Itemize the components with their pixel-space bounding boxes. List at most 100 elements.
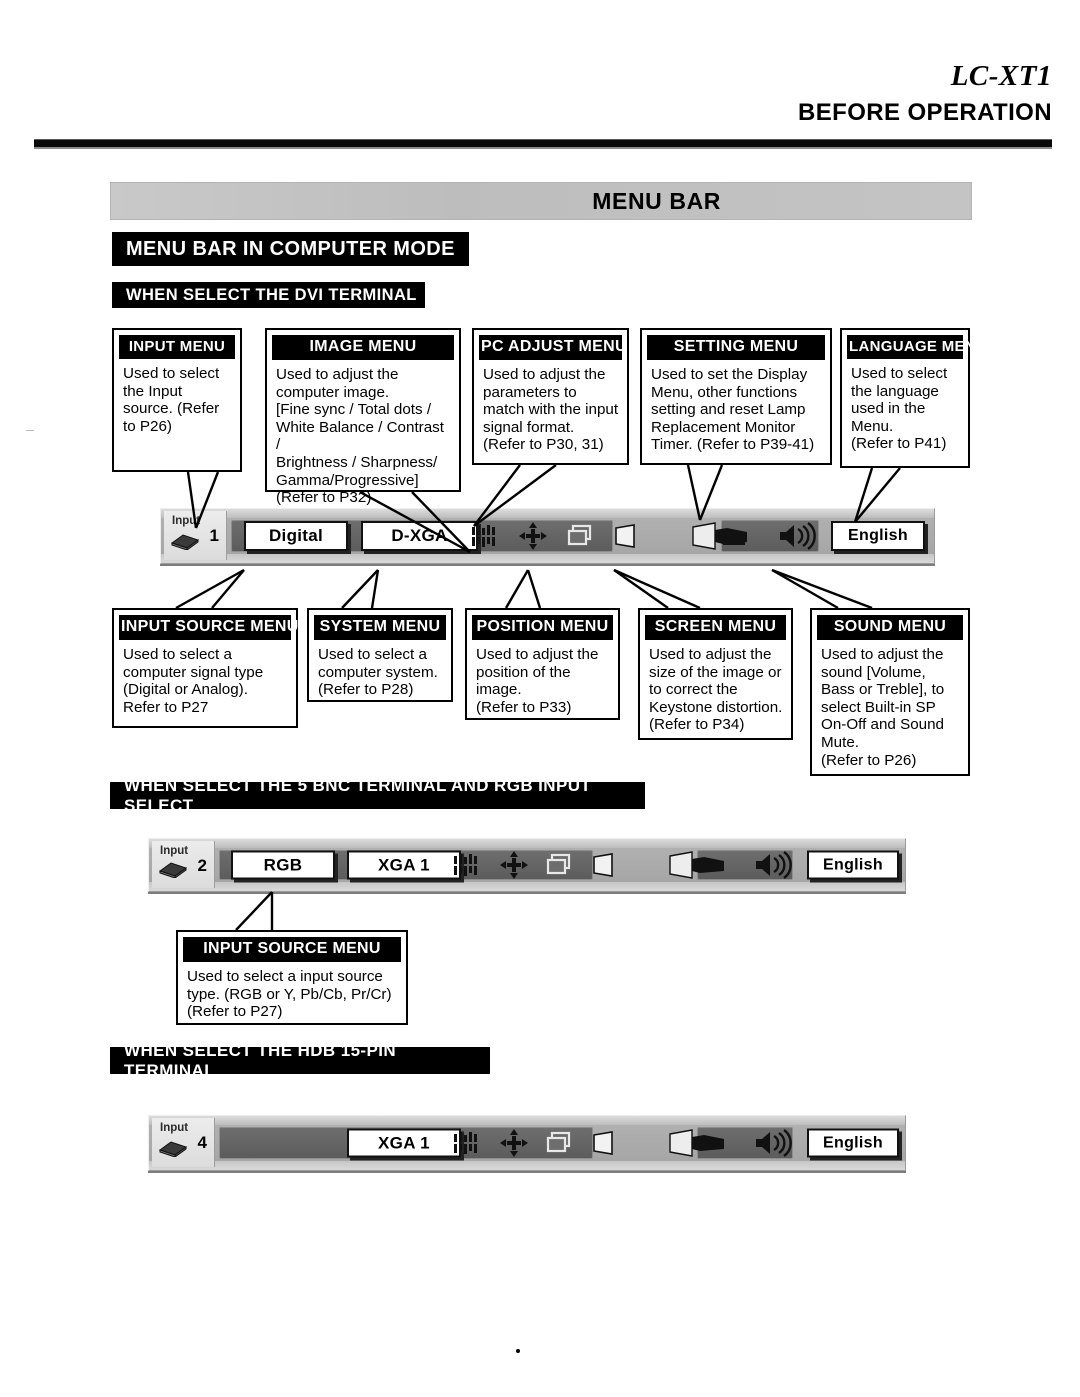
sound-icon[interactable] — [773, 520, 827, 552]
section-title: MENU BAR — [592, 188, 721, 214]
system-selector-bnc[interactable]: XGA 1 — [347, 850, 461, 880]
callout-input-menu: INPUT MENU Used to select the Input sour… — [112, 328, 242, 472]
chapter-title: BEFORE OPERATION — [798, 99, 1052, 126]
language-selector-bnc[interactable]: English — [807, 850, 899, 880]
callout-sound-menu-title: SOUND MENU — [817, 615, 963, 640]
callout-language-menu-title: LANGUAGE MENU — [847, 335, 987, 359]
callout-position-menu: POSITION MENU Used to adjust the positio… — [465, 608, 620, 720]
screen-icon[interactable] — [562, 521, 598, 551]
input-tab-number: 2 — [197, 856, 207, 875]
callout-input-source-menu-body: Used to select a computer signal type (D… — [123, 646, 264, 716]
lamp-projector-icon[interactable] — [663, 1127, 733, 1159]
input-tab-number: 4 — [197, 1133, 207, 1152]
screen-icon[interactable] — [541, 1128, 577, 1158]
sound-icon[interactable] — [749, 1127, 803, 1159]
menu-bar-bnc[interactable]: Input 2 RGB XGA 1 English — [148, 838, 906, 892]
callout-system-menu: SYSTEM MENU Used to select a computer sy… — [307, 608, 453, 702]
callout-input-menu-title: INPUT MENU — [119, 335, 235, 359]
callout-sound-menu-body: Used to adjust the sound [Volume, Bass o… — [821, 646, 945, 769]
callout-sound-menu: SOUND MENU Used to adjust the sound [Vol… — [810, 608, 970, 776]
callout-language-menu: LANGUAGE MENU Used to select the languag… — [840, 328, 987, 468]
section-heading-dvi-label: WHEN SELECT THE DVI TERMINAL — [126, 285, 417, 304]
subsection-title: MENU BAR IN COMPUTER MODE — [126, 237, 455, 260]
callout-input-menu-body: Used to select the Input source. (Refer … — [123, 365, 220, 435]
position-icon[interactable] — [496, 1127, 532, 1159]
language-selector-dvi[interactable]: English — [831, 521, 925, 551]
system-value: D-XGA — [391, 526, 448, 545]
input-tab-label: Input — [160, 1122, 189, 1134]
callout-position-menu-title: POSITION MENU — [472, 615, 613, 640]
system-selector-dvi[interactable]: D-XGA — [361, 521, 478, 551]
subsection-title-bar: MENU BAR IN COMPUTER MODE — [112, 232, 469, 266]
section-heading-dvi: WHEN SELECT THE DVI TERMINAL — [112, 282, 425, 308]
system-selector-hdb[interactable]: XGA 1 — [347, 1128, 461, 1158]
keystone-icon[interactable] — [586, 1128, 622, 1158]
callout-setting-menu-title: SETTING MENU — [647, 335, 825, 360]
system-value: XGA 1 — [378, 1133, 430, 1152]
manual-page: LC-XT1 BEFORE OPERATION MENU BAR MENU BA… — [0, 0, 1080, 1397]
callout-screen-menu-body: Used to adjust the size of the image or … — [649, 646, 783, 734]
lamp-projector-icon[interactable] — [686, 520, 756, 552]
input-book-icon — [158, 860, 188, 883]
input-source-selector-bnc[interactable]: RGB — [231, 850, 335, 880]
model-name: LC-XT1 — [950, 60, 1052, 92]
callout-pc-adjust-menu: PC ADJUST MENU Used to adjust the parame… — [472, 328, 629, 465]
keystone-icon[interactable] — [608, 521, 644, 551]
input-source-value: Digital — [268, 526, 324, 545]
page-edge-mark — [26, 430, 34, 431]
callout-input-source-menu-bnc: INPUT SOURCE MENU Used to select a input… — [176, 930, 408, 1025]
header-divider — [34, 139, 1052, 149]
input-tab-dvi[interactable]: Input 1 — [164, 511, 227, 560]
callout-pc-adjust-menu-body: Used to adjust the parameters to match w… — [483, 366, 619, 454]
callout-screen-menu: SCREEN MENU Used to adjust the size of t… — [638, 608, 793, 740]
input-tab-label: Input — [172, 515, 201, 527]
pc-adjust-icon[interactable] — [449, 850, 485, 880]
input-tab-hdb[interactable]: Input 4 — [152, 1118, 215, 1167]
input-tab-label: Input — [160, 845, 189, 857]
position-icon[interactable] — [496, 849, 532, 881]
callout-image-menu-title: IMAGE MENU — [272, 335, 454, 360]
input-book-icon — [170, 532, 200, 555]
menu-bar-bottom-edge — [149, 882, 905, 891]
lamp-projector-icon[interactable] — [663, 849, 733, 881]
menu-bar-bottom-edge — [149, 1161, 905, 1170]
menu-bar-dvi[interactable]: Input 1 Digital D-XGA English — [160, 508, 935, 564]
input-source-selector-dvi[interactable]: Digital — [244, 521, 348, 551]
callout-input-source-menu-bnc-body: Used to select a input source type. (RGB… — [187, 968, 392, 1021]
callout-input-source-menu-bnc-title: INPUT SOURCE MENU — [183, 937, 401, 962]
callout-image-menu: IMAGE MENU Used to adjust the computer i… — [265, 328, 461, 506]
callout-system-menu-title: SYSTEM MENU — [314, 615, 446, 640]
pc-adjust-icon[interactable] — [467, 521, 503, 551]
system-value: XGA 1 — [378, 855, 430, 874]
menu-bar-bottom-edge — [161, 554, 934, 563]
screen-icon[interactable] — [541, 850, 577, 880]
language-value: English — [848, 527, 908, 544]
section-heading-hdb-label: WHEN SELECT THE HDB 15-PIN TERMINAL — [124, 1040, 397, 1080]
language-selector-hdb[interactable]: English — [807, 1128, 899, 1158]
input-source-value: RGB — [263, 855, 303, 874]
callout-language-menu-body: Used to select the language used in the … — [851, 365, 948, 453]
pc-adjust-icon[interactable] — [449, 1128, 485, 1158]
callout-setting-menu: SETTING MENU Used to set the Display Men… — [640, 328, 832, 465]
callout-setting-menu-body: Used to set the Display Menu, other func… — [651, 366, 815, 454]
section-heading-bnc-label: WHEN SELECT THE 5 BNC TERMINAL AND RGB I… — [124, 775, 592, 815]
keystone-icon[interactable] — [586, 850, 622, 880]
section-heading-bnc: WHEN SELECT THE 5 BNC TERMINAL AND RGB I… — [110, 776, 645, 815]
input-tab-number: 1 — [209, 526, 219, 545]
callout-image-menu-body: Used to adjust the computer image. [Fine… — [276, 366, 444, 507]
menu-bar-hdb[interactable]: Input 4 XGA 1 English — [148, 1115, 906, 1171]
callout-input-source-menu: INPUT SOURCE MENU Used to select a compu… — [112, 608, 298, 728]
position-icon[interactable] — [515, 520, 551, 552]
input-tab-bnc[interactable]: Input 2 — [152, 841, 215, 888]
page-footer-dot — [516, 1349, 520, 1353]
section-heading-hdb: WHEN SELECT THE HDB 15-PIN TERMINAL — [110, 1041, 490, 1080]
section-title-band: MENU BAR — [110, 182, 972, 220]
input-book-icon — [158, 1139, 188, 1162]
callout-screen-menu-title: SCREEN MENU — [645, 615, 786, 640]
callout-system-menu-body: Used to select a computer system. (Refer… — [318, 646, 438, 699]
language-value: English — [823, 856, 883, 873]
language-value: English — [823, 1134, 883, 1151]
callout-position-menu-body: Used to adjust the position of the image… — [476, 646, 599, 716]
callout-pc-adjust-menu-title: PC ADJUST MENU — [479, 335, 627, 360]
sound-icon[interactable] — [749, 849, 803, 881]
